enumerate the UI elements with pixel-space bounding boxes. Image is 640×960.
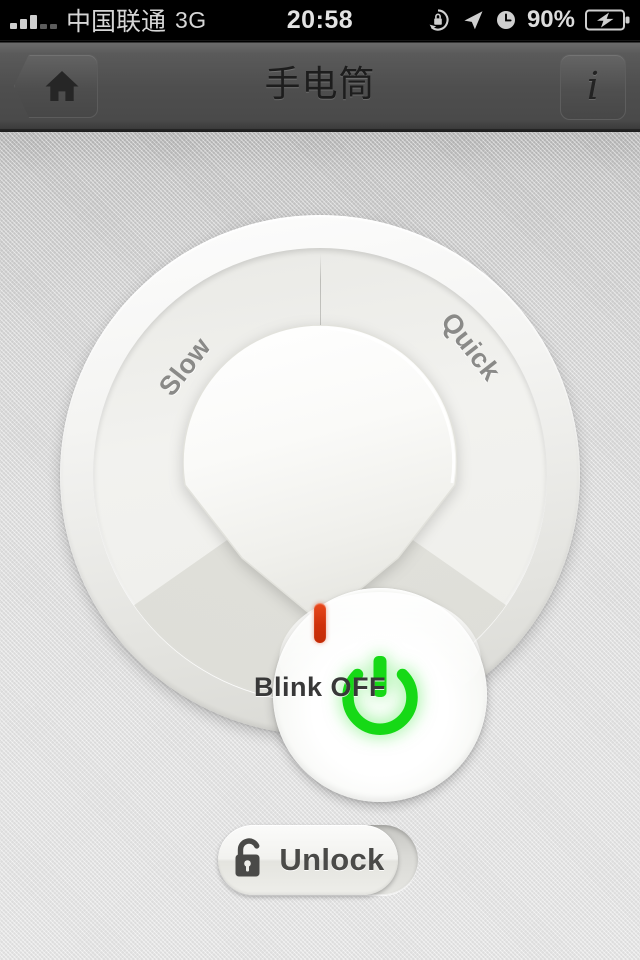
unlock-slider-knob[interactable]: Unlock <box>218 825 398 895</box>
status-bar: 中国联通 3G 20:58 90% <box>0 0 640 40</box>
info-icon: i <box>586 63 600 108</box>
unlock-label: Unlock <box>279 842 385 877</box>
nav-bar: 手电筒 i <box>0 40 640 132</box>
rotation-lock-icon <box>425 7 451 33</box>
blink-indicator-led <box>314 603 326 643</box>
blink-status-label: Blink OFF <box>254 672 386 702</box>
flashlight-dial[interactable]: Slow Quick <box>60 215 580 802</box>
battery-percent-label: 90% <box>526 6 575 33</box>
unlocked-padlock-icon <box>231 838 267 880</box>
location-arrow-icon <box>461 8 485 32</box>
alarm-clock-icon <box>495 9 517 31</box>
info-button[interactable]: i <box>560 54 626 120</box>
unlock-slider-track[interactable]: Unlock <box>218 825 418 895</box>
status-bar-right: 90% <box>425 0 631 40</box>
page-title: 手电筒 <box>264 64 376 105</box>
app-screen: 中国联通 3G 20:58 90% 手电筒 i Slow Quick Blink… <box>0 0 640 960</box>
battery-charging-icon <box>585 8 631 32</box>
